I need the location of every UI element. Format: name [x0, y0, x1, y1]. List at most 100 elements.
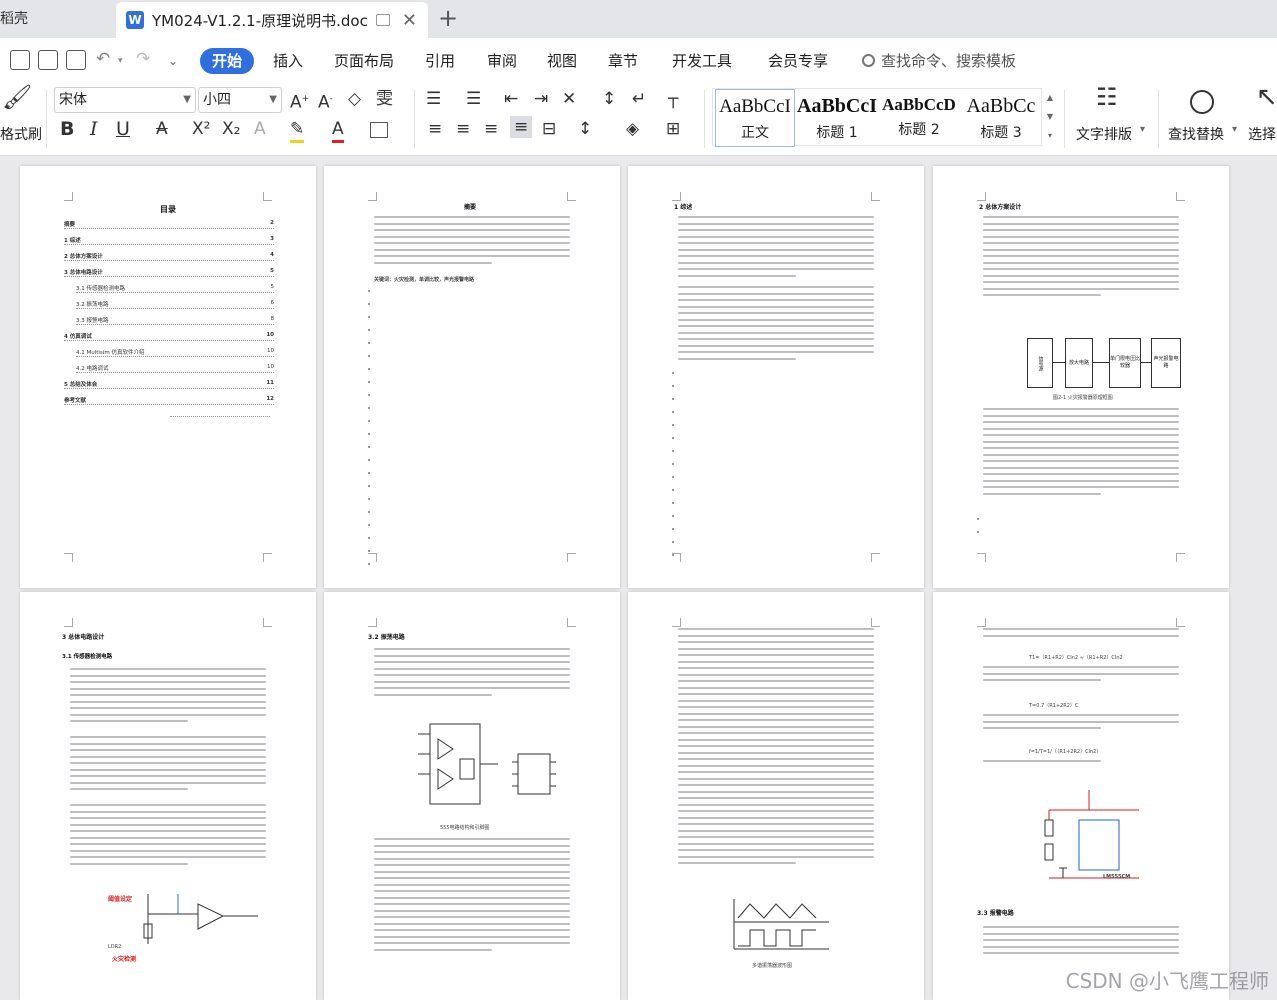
highlight-icon[interactable]: ✎ [290, 118, 305, 143]
tab-bar: 稻壳 W YM024-V1.2.1-原理说明书.doc ✕ + [0, 0, 1277, 38]
toc-entry[interactable]: 参考文献 12 [64, 396, 274, 405]
section-break [170, 416, 270, 417]
align-right-icon[interactable]: ≡ [484, 118, 498, 140]
find-replace-button[interactable]: 查找替换 [1168, 124, 1224, 144]
page-toc[interactable]: 目录 摘要 2 1 综述 3 2 总体方案设计 4 3 总体电路设计 5 3.1 传感器… [20, 166, 316, 588]
align-left-icon[interactable]: ≡ [428, 118, 442, 140]
alarm-body-4 [983, 760, 1179, 767]
shading-icon[interactable]: ◈ [626, 118, 639, 140]
tab-stops-icon[interactable]: ┬ [668, 88, 678, 110]
format-painter-icon[interactable]: 🖌 [2, 85, 32, 109]
style-heading-3[interactable]: AaBbCc 标题 3 [961, 89, 1041, 147]
shrink-font-icon[interactable]: A- [318, 88, 333, 114]
menu-page-layout[interactable]: 页面布局 [334, 48, 394, 74]
toc-entry[interactable]: 3.2 振荡电路 6 [76, 300, 274, 309]
menu-view[interactable]: 视图 [547, 48, 577, 74]
align-center-icon[interactable]: ≡ [456, 118, 470, 140]
format-painter-label[interactable]: 格式刷 [0, 124, 42, 144]
tab-previous[interactable]: 稻壳 [0, 0, 112, 38]
text-effect-icon[interactable]: A [254, 118, 266, 140]
increase-indent-icon[interactable]: ⇥ [534, 88, 548, 110]
save-icon[interactable] [10, 50, 30, 70]
decrease-indent-icon[interactable]: ⇤ [504, 88, 518, 110]
menu-chapter[interactable]: 章节 [608, 48, 638, 74]
toc-entry[interactable]: 5 总结及体会 11 [64, 380, 274, 389]
page-scheme[interactable]: 2 总体方案设计 信号源 放大电路 单门限电压比较器 声光报警电路 图2-1 火… [933, 166, 1229, 588]
menu-member[interactable]: 会员专享 [768, 48, 828, 74]
clear-format-icon[interactable]: ◇ [348, 88, 361, 110]
toc-entry[interactable]: 3.3 报警电路 8 [76, 316, 274, 325]
style-gallery-scroll[interactable]: ▲ ▼ ▾ [1043, 88, 1057, 146]
page-oscillator[interactable]: 3.2 振荡电路 555电路结构和引脚图 [324, 592, 620, 1000]
toc-entry[interactable]: 摘要 2 [64, 220, 274, 229]
character-border-icon[interactable] [370, 122, 388, 138]
tab-active-document[interactable]: W YM024-V1.2.1-原理说明书.doc ✕ [116, 2, 428, 38]
toc-entry[interactable]: 4.1 Multisim 仿真软件介绍 10 [76, 348, 274, 357]
italic-button[interactable]: I [90, 118, 98, 140]
line-spacing-icon[interactable]: ↕ [578, 118, 592, 140]
monitor-icon[interactable] [375, 14, 390, 26]
new-tab-plus-icon[interactable]: + [438, 4, 458, 32]
style-gallery: AaBbCcI 正文 AaBbCcI 标题 1 AaBbCcD 标题 2 AaB… [712, 88, 1042, 147]
text-layout-icon[interactable]: ☷ [1096, 85, 1118, 109]
phonetic-guide-icon[interactable]: 雯 [376, 88, 393, 110]
select-cursor-icon[interactable]: ↖ [1256, 84, 1277, 110]
text-layout-button[interactable]: 文字排版 [1076, 124, 1132, 144]
font-size-select[interactable]: 小四 ▼ [198, 87, 282, 113]
justify-icon[interactable]: ≡ [510, 116, 533, 138]
document-canvas[interactable]: 目录 摘要 2 1 综述 3 2 总体方案设计 4 3 总体电路设计 5 3.1 传感器… [0, 157, 1277, 1000]
page-overview[interactable]: 1 综述 [628, 166, 924, 588]
select-button[interactable]: 选择 [1248, 124, 1276, 144]
toc-entry[interactable]: 3.1 传感器检测电路 5 [76, 284, 274, 293]
style-heading-1[interactable]: AaBbCcI 标题 1 [797, 89, 877, 147]
distributed-icon[interactable]: ⊟ [542, 118, 556, 140]
grow-font-icon[interactable]: A+ [290, 88, 309, 114]
toc-entry[interactable]: 3 总体电路设计 5 [64, 268, 274, 277]
toc-entry[interactable]: 4 仿真调试 10 [64, 332, 274, 341]
superscript-icon[interactable]: X² [192, 118, 210, 140]
sort-icon[interactable]: ↕ [602, 88, 616, 110]
chevron-down-icon: ▼ [269, 94, 277, 105]
menu-developer[interactable]: 开发工具 [672, 48, 732, 74]
find-replace-icon[interactable] [1190, 90, 1214, 114]
strikethrough-icon[interactable]: A [156, 118, 168, 140]
font-color-icon[interactable]: A [332, 118, 344, 143]
page-circuit[interactable]: 3 总体电路设计 3.1 传感器检测电路 阈值设定 LDR2 火灾检测 [20, 592, 316, 1000]
menu-review[interactable]: 审阅 [487, 48, 517, 74]
print-icon[interactable] [38, 50, 58, 70]
chinese-layout-icon[interactable]: ✕ [562, 88, 576, 110]
toc-entry[interactable]: 4.2 电路调试 10 [76, 364, 274, 373]
page-waveform[interactable]: 多谐振荡器波形图 [628, 592, 924, 1000]
bullet-list-icon[interactable]: ☰ [426, 88, 441, 110]
show-marks-icon[interactable]: ↵ [632, 88, 646, 110]
more-quick-access-icon[interactable]: ⌄ [168, 50, 178, 72]
command-search[interactable]: 查找命令、搜索模板 [862, 48, 1016, 74]
print-preview-icon[interactable] [66, 50, 86, 70]
redo-icon[interactable]: ↷ [136, 48, 150, 70]
page-alarm[interactable]: T1=（R1+R2）Cln2 ≈（R1+R2）Cln2 T=0.7（R1+2R2… [933, 592, 1229, 1000]
font-name-value: 宋体 [59, 92, 87, 108]
toc-entry[interactable]: 1 综述 3 [64, 236, 274, 245]
circuit-body-1 [70, 668, 266, 727]
scheme-body-2 [983, 408, 1179, 499]
borders-icon[interactable]: ⊞ [666, 118, 680, 140]
font-name-select[interactable]: 宋体 ▼ [54, 87, 196, 113]
numbered-list-icon[interactable]: ☰ [466, 88, 481, 110]
style-heading-2[interactable]: AaBbCcD 标题 2 [879, 89, 959, 147]
undo-icon[interactable]: ↶ [96, 48, 110, 70]
underline-button[interactable]: U [116, 118, 130, 140]
menu-home[interactable]: 开始 [200, 48, 255, 74]
menu-references[interactable]: 引用 [425, 48, 455, 74]
style-normal[interactable]: AaBbCcI 正文 [715, 89, 795, 147]
waveform-body-1 [678, 628, 874, 869]
alarm-body-2 [983, 666, 1179, 686]
bold-button[interactable]: B [60, 118, 74, 140]
toc-entry[interactable]: 2 总体方案设计 4 [64, 252, 274, 261]
undo-dropdown-icon[interactable]: ▾ [118, 50, 123, 72]
divider [704, 90, 705, 148]
page-abstract[interactable]: 摘要 关键词：火灾检测，单调比较，声光报警电路 [324, 166, 620, 588]
subscript-icon[interactable]: X₂ [222, 118, 240, 140]
close-icon[interactable]: ✕ [402, 10, 417, 31]
menu-insert[interactable]: 插入 [273, 48, 303, 74]
alarm-heading: 3.3 报警电路 [977, 910, 1014, 917]
